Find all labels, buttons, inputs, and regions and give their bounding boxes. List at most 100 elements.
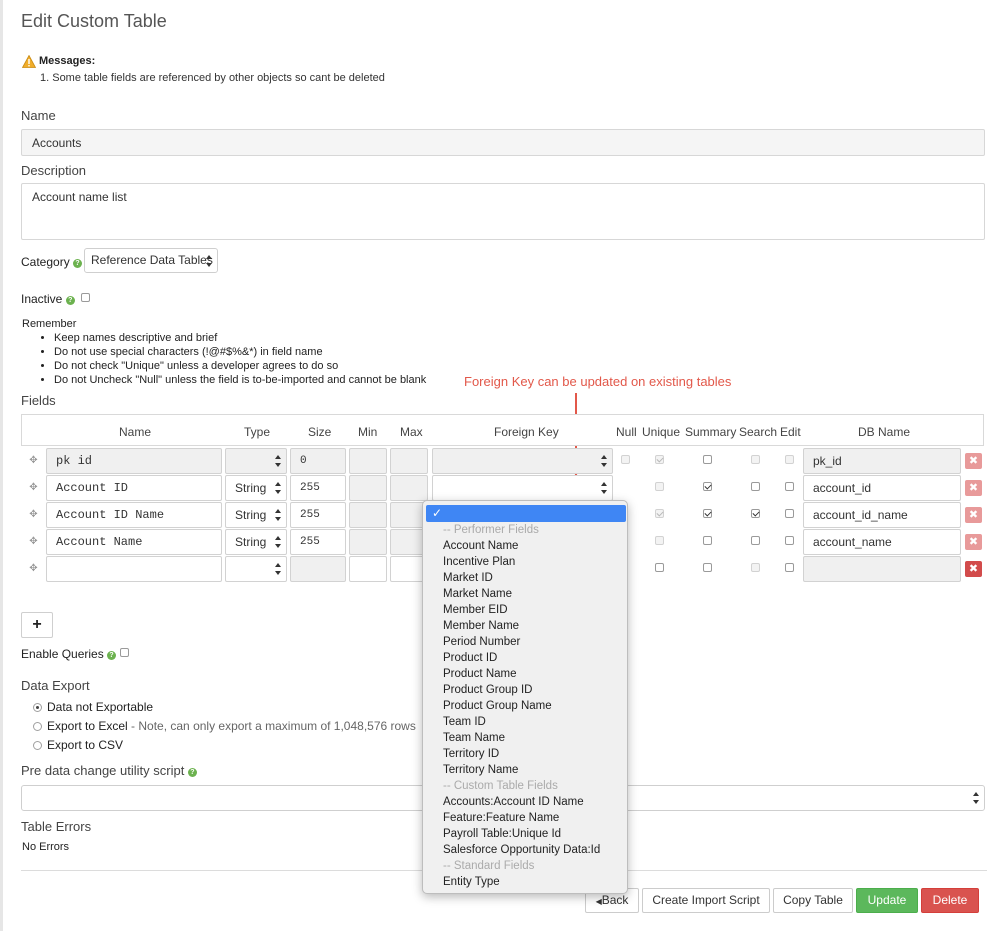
field-name-input[interactable]: Account ID Name (46, 502, 222, 528)
drag-handle-icon[interactable]: ✥ (28, 563, 39, 574)
category-label: Category (21, 255, 70, 269)
new-field-min-input[interactable] (349, 556, 387, 582)
name-input[interactable]: Accounts (21, 129, 985, 156)
dropdown-option[interactable]: Market Name (443, 588, 512, 600)
drag-handle-icon[interactable]: ✥ (28, 509, 39, 520)
delete-row-button[interactable]: ✖ (965, 507, 982, 523)
dropdown-option[interactable]: Territory ID (443, 748, 499, 760)
description-textarea[interactable]: Account name list (21, 183, 985, 240)
summary-checkbox[interactable] (703, 455, 712, 464)
field-foreign-key-select[interactable] (432, 448, 613, 474)
copy-table-button[interactable]: Copy Table (773, 888, 853, 913)
inactive-checkbox[interactable] (81, 293, 90, 302)
new-field-name-input[interactable] (46, 556, 222, 582)
new-field-size-input[interactable] (290, 556, 346, 582)
help-icon[interactable]: ? (73, 259, 83, 268)
search-checkbox[interactable] (751, 509, 760, 518)
help-icon[interactable]: ? (107, 651, 117, 660)
dropdown-option[interactable]: Feature:Feature Name (443, 812, 559, 824)
dropdown-option[interactable]: Account Name (443, 540, 518, 552)
drag-handle-icon[interactable]: ✥ (28, 536, 39, 547)
field-min-input (349, 475, 387, 501)
field-type-select[interactable]: String (225, 529, 287, 555)
summary-checkbox[interactable] (703, 509, 712, 518)
edit-checkbox[interactable] (785, 509, 794, 518)
dropdown-option[interactable]: Market ID (443, 572, 493, 584)
dropdown-selected-option[interactable]: ✓ (426, 505, 626, 522)
search-checkbox (751, 455, 760, 464)
edit-checkbox[interactable] (785, 563, 794, 572)
dropdown-option[interactable]: Entity Type (443, 876, 500, 888)
edit-checkbox[interactable] (785, 536, 794, 545)
field-name-input[interactable]: Account ID (46, 475, 222, 501)
category-select[interactable]: Reference Data Tables (84, 248, 218, 273)
field-type-select[interactable] (225, 448, 287, 474)
help-icon[interactable]: ? (187, 768, 197, 777)
edit-checkbox[interactable] (785, 482, 794, 491)
update-button[interactable]: Update (856, 888, 918, 913)
field-db-name-input[interactable]: account_name (803, 529, 961, 555)
enable-queries-checkbox[interactable] (120, 648, 129, 657)
dropdown-option[interactable]: Product Name (443, 668, 517, 680)
unique-checkbox[interactable] (655, 563, 664, 572)
field-size-input[interactable]: 255 (290, 502, 346, 528)
dropdown-option[interactable]: Product Group ID (443, 684, 532, 696)
name-label: Name (21, 108, 56, 123)
unique-checkbox (655, 455, 664, 464)
dropdown-option[interactable]: Incentive Plan (443, 556, 515, 568)
delete-row-button[interactable]: ✖ (965, 534, 982, 550)
field-db-name-input[interactable]: account_id_name (803, 502, 961, 528)
summary-checkbox[interactable] (703, 563, 712, 572)
drag-handle-icon[interactable]: ✥ (28, 482, 39, 493)
field-size-input[interactable]: 255 (290, 475, 346, 501)
export-none-label[interactable]: Data not Exportable (47, 700, 153, 714)
field-type-select[interactable]: String (225, 475, 287, 501)
search-checkbox[interactable] (751, 482, 760, 491)
fields-table-header: Name Type Size Min Max Foreign Key Null … (21, 414, 984, 446)
messages-title: Messages: (39, 55, 96, 67)
delete-row-button[interactable]: ✖ (965, 561, 982, 577)
help-icon[interactable]: ? (65, 296, 75, 305)
summary-checkbox[interactable] (703, 482, 712, 491)
field-db-name-input[interactable]: pk_id (803, 448, 961, 474)
add-field-button[interactable]: + (21, 612, 53, 638)
search-checkbox[interactable] (751, 536, 760, 545)
delete-button[interactable]: Delete (921, 888, 979, 913)
export-excel-label[interactable]: Export to Excel (47, 719, 128, 733)
summary-checkbox[interactable] (703, 536, 712, 545)
dropdown-option[interactable]: Member EID (443, 604, 508, 616)
create-import-script-button[interactable]: Create Import Script (642, 888, 770, 913)
dropdown-option[interactable]: Member Name (443, 620, 519, 632)
export-none-radio[interactable] (33, 703, 42, 712)
delete-row-button[interactable]: ✖ (965, 453, 982, 469)
field-name-input[interactable]: Account Name (46, 529, 222, 555)
field-size-input[interactable]: 255 (290, 529, 346, 555)
new-field-type-select[interactable] (225, 556, 287, 582)
dropdown-option[interactable]: Payroll Table:Unique Id (443, 828, 561, 840)
field-foreign-key-select[interactable] (432, 475, 613, 501)
col-header-db-name: DB Name (858, 425, 911, 439)
foreign-key-dropdown[interactable]: ✓ -- Performer Fields Account Name Incen… (422, 500, 628, 894)
field-type-select[interactable]: String (225, 502, 287, 528)
delete-row-button[interactable]: ✖ (965, 480, 982, 496)
dropdown-option[interactable]: Territory Name (443, 764, 518, 776)
field-db-name-input[interactable]: account_id (803, 475, 961, 501)
dropdown-option[interactable]: Team Name (443, 732, 505, 744)
export-csv-radio[interactable] (33, 741, 42, 750)
dropdown-option[interactable]: Team ID (443, 716, 486, 728)
field-type-value: String (235, 481, 267, 495)
new-field-db-name-input[interactable] (803, 556, 961, 582)
dropdown-option[interactable]: Salesforce Opportunity Data:Id (443, 844, 600, 856)
dropdown-option[interactable]: Period Number (443, 636, 520, 648)
dropdown-option[interactable]: Product Group Name (443, 700, 552, 712)
field-name-input[interactable]: pk id (46, 448, 222, 474)
drag-handle-icon[interactable]: ✥ (28, 455, 39, 466)
left-sidebar-edge (0, 0, 3, 931)
dropdown-option[interactable]: Accounts:Account ID Name (443, 796, 584, 808)
export-excel-option[interactable]: Export to Excel - Note, can only export … (47, 719, 416, 733)
field-size-input[interactable]: 0 (290, 448, 346, 474)
export-csv-label[interactable]: Export to CSV (47, 738, 123, 752)
dropdown-option[interactable]: Product ID (443, 652, 497, 664)
export-excel-radio[interactable] (33, 722, 42, 731)
pre-script-label: Pre data change utility script (21, 763, 185, 778)
